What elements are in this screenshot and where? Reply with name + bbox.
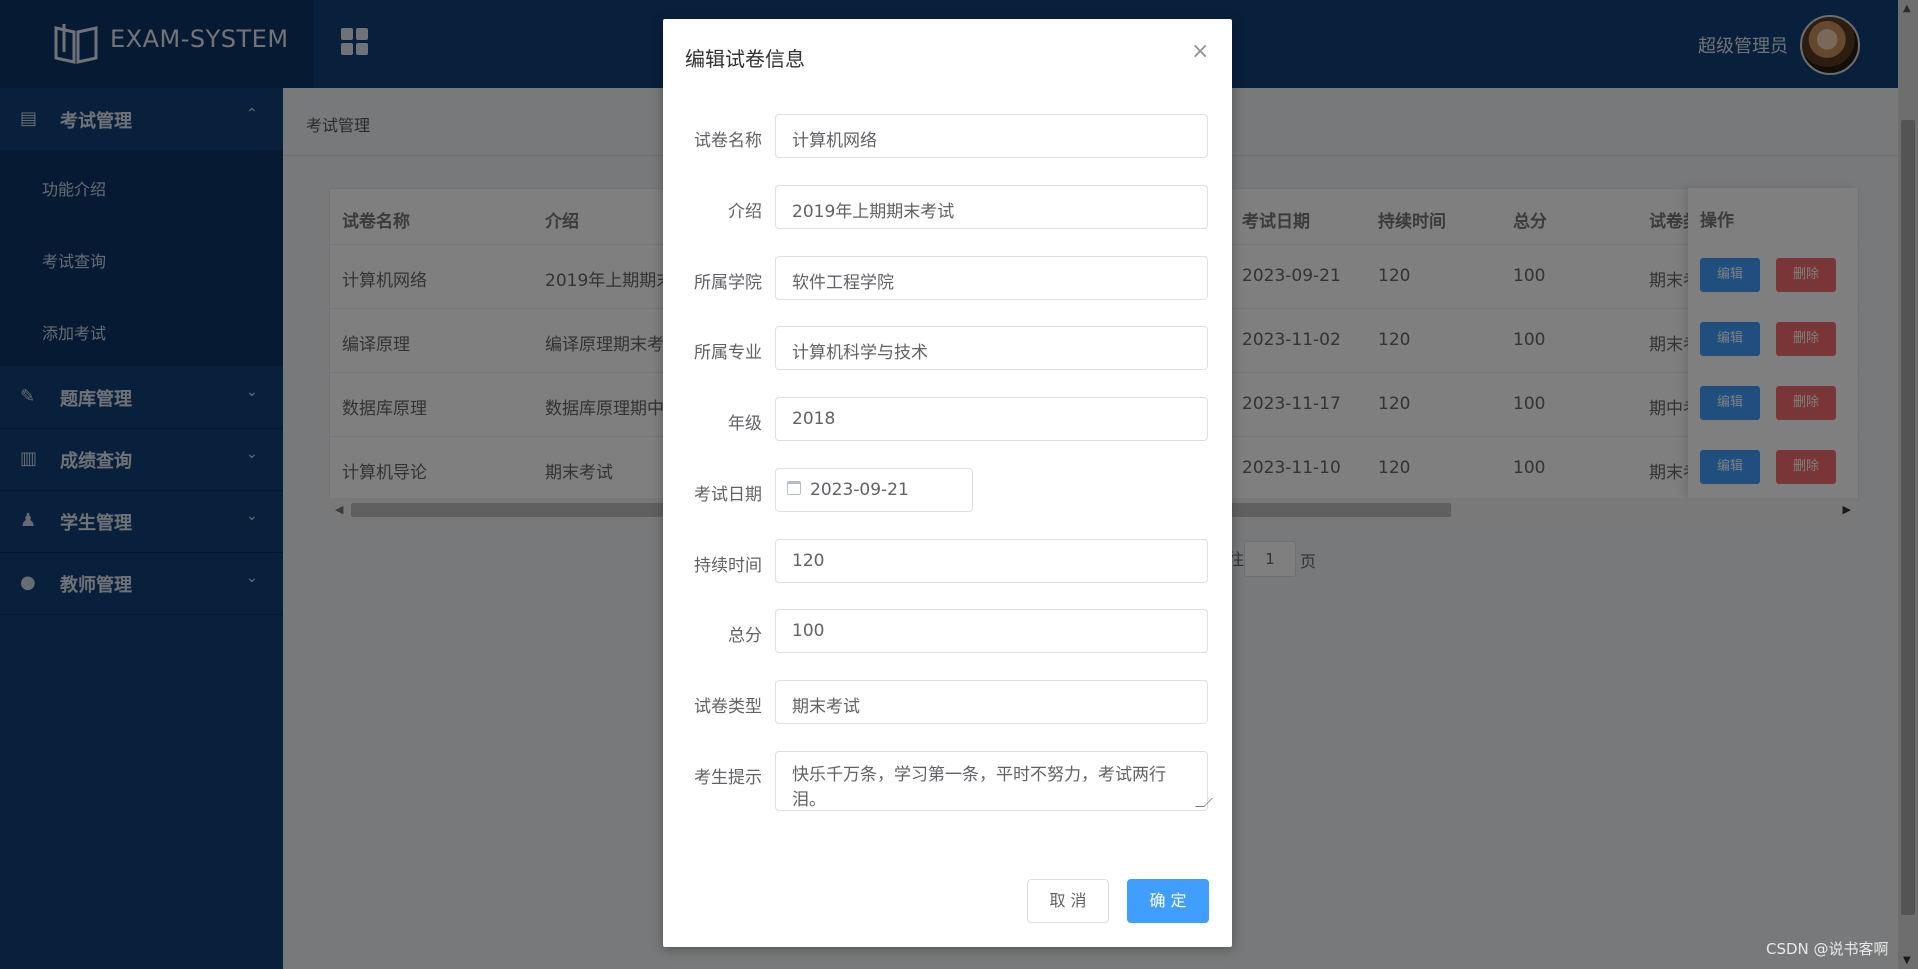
form-row-exam-name: 试卷名称 计算机网络 [663,114,1232,160]
calendar-icon[interactable] [787,481,801,495]
form-row-exam-date: 考试日期 2023-09-21 [663,468,1232,514]
close-icon[interactable]: × [1191,39,1209,64]
form-label: 试卷类型 [694,697,762,717]
edit-exam-dialog: 编辑试卷信息 × 试卷名称 计算机网络 介绍 2019年上期期末考试 所属学院 … [663,19,1232,947]
tips-text: 快乐千万条，学习第一条，平时不努力，考试两行泪。 [792,765,1166,810]
dialog-title: 编辑试卷信息 [685,47,805,71]
form-label: 所属学院 [694,273,762,293]
form-label: 介绍 [728,202,762,222]
resize-handle-icon[interactable] [1195,798,1213,807]
cancel-button[interactable]: 取 消 [1027,879,1109,923]
intro-input[interactable]: 2019年上期期末考试 [775,185,1208,229]
form-row-exam-type: 试卷类型 期末考试 [663,680,1232,726]
form-row-grade: 年级 2018 [663,397,1232,443]
form-label: 考试日期 [694,485,762,505]
form-label: 考生提示 [694,768,762,788]
exam-name-input[interactable]: 计算机网络 [775,114,1208,158]
total-score-input[interactable]: 100 [775,609,1208,653]
form-row-tips: 考生提示 快乐千万条，学习第一条，平时不努力，考试两行泪。 [663,751,1232,813]
tips-textarea[interactable]: 快乐千万条，学习第一条，平时不努力，考试两行泪。 [775,751,1213,811]
form-row-intro: 介绍 2019年上期期末考试 [663,185,1232,231]
watermark: CSDN @说书客啊 [1766,940,1889,958]
form-label: 年级 [728,414,762,434]
form-row-major: 所属专业 计算机科学与技术 [663,326,1232,372]
form-row-college: 所属学院 软件工程学院 [663,256,1232,302]
form-row-total-score: 总分 100 [663,609,1232,655]
exam-type-input[interactable]: 期末考试 [775,680,1208,724]
college-input[interactable]: 软件工程学院 [775,256,1208,300]
major-input[interactable]: 计算机科学与技术 [775,326,1208,370]
form-label: 试卷名称 [694,131,762,151]
form-label: 总分 [728,626,762,646]
form-label: 持续时间 [694,556,762,576]
grade-input[interactable]: 2018 [775,397,1208,441]
form-label: 所属专业 [694,343,762,363]
exam-date-picker[interactable]: 2023-09-21 [775,468,973,512]
form-row-duration: 持续时间 120 [663,539,1232,585]
duration-input[interactable]: 120 [775,539,1208,583]
confirm-button[interactable]: 确 定 [1127,879,1209,923]
